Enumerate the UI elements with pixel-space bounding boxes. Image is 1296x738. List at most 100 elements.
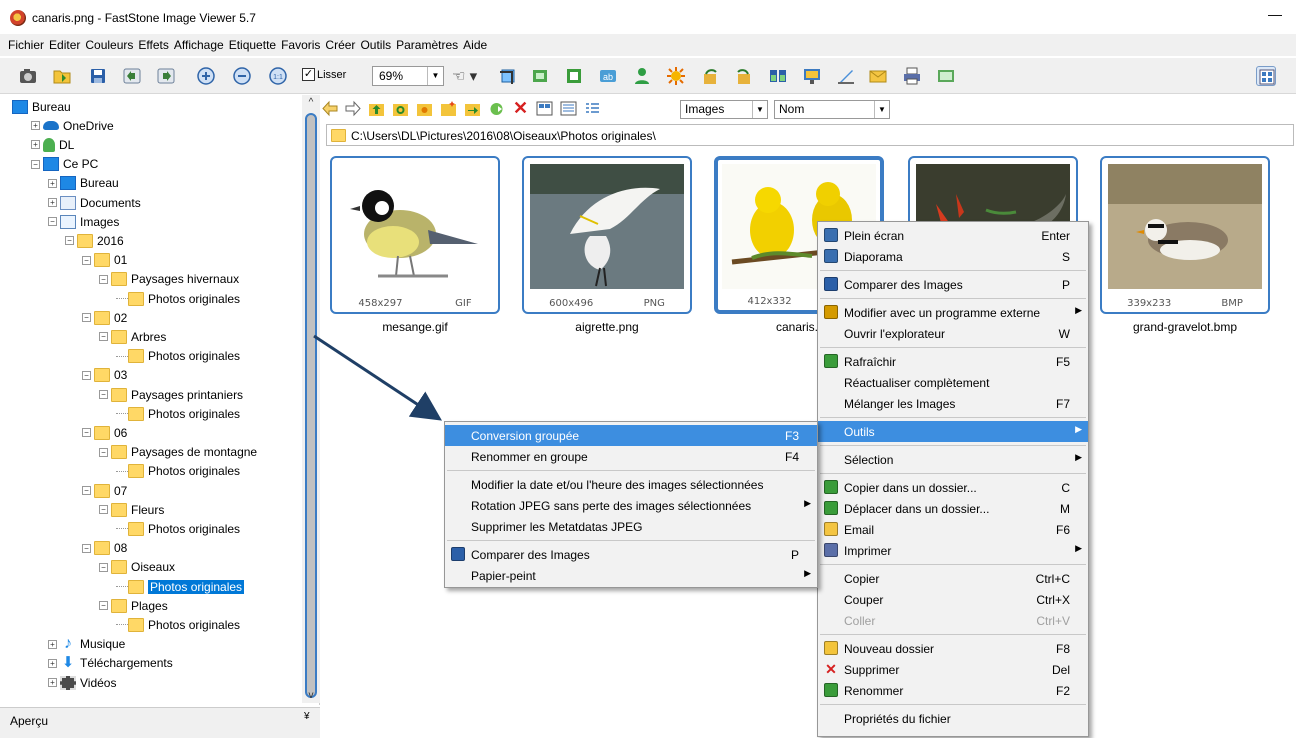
scanner-icon[interactable]: [936, 66, 956, 86]
menu-item-modifier-avec-un-programme-externe[interactable]: Modifier avec un programme externe ▶: [818, 302, 1088, 323]
menu-item-renommer-en-groupe[interactable]: Renommer en groupe F4: [445, 446, 817, 467]
menu-fichier[interactable]: Fichier: [8, 38, 44, 52]
tree-item-paysages-de-montagne[interactable]: − Paysages de montagne: [99, 443, 257, 462]
thumbnail-aigrette[interactable]: 600x496 PNG: [522, 156, 692, 314]
previous-icon[interactable]: [122, 66, 142, 86]
menu-item-proprietes-du-fichier[interactable]: Propriétés du fichier: [818, 708, 1088, 729]
collapse-icon[interactable]: −: [99, 505, 108, 515]
tree-item-photos-originales[interactable]: Photos originales: [116, 289, 240, 308]
menu-favoris[interactable]: Favoris: [281, 38, 320, 52]
menu-creer[interactable]: Créer: [325, 38, 355, 52]
expand-icon[interactable]: +: [48, 658, 57, 668]
menu-item-rotation-jpeg-sans-perte-des-images-selectionnees[interactable]: Rotation JPEG sans perte des images séle…: [445, 495, 817, 516]
compare-icon[interactable]: [768, 66, 788, 86]
menu-item-plein-ecran[interactable]: Plein écran Enter: [818, 225, 1088, 246]
menu-item-deplacer-dans-un-dossier[interactable]: Déplacer dans un dossier... M: [818, 498, 1088, 519]
camera-icon[interactable]: [18, 66, 38, 86]
menu-item-imprimer[interactable]: Imprimer ▶: [818, 540, 1088, 561]
collapse-icon[interactable]: −: [65, 236, 74, 246]
menu-item-papier-peint[interactable]: Papier-peint ▶: [445, 565, 817, 586]
tree-item-07[interactable]: − 07: [82, 481, 127, 500]
next-icon[interactable]: [156, 66, 176, 86]
collapse-icon[interactable]: −: [82, 486, 91, 495]
copy-to-folder-icon[interactable]: [464, 100, 481, 117]
menu-item-diaporama[interactable]: Diaporama S: [818, 246, 1088, 267]
list-view-icon[interactable]: [584, 100, 601, 117]
rotate-right-icon[interactable]: [734, 66, 754, 86]
thumbnail-mesange[interactable]: 458x297 GIF: [330, 156, 500, 314]
favorites-folder-icon[interactable]: [416, 100, 433, 117]
tree-item-arbres[interactable]: − Arbres: [99, 327, 166, 346]
rotate-left-icon[interactable]: [700, 66, 720, 86]
tree-item-01[interactable]: − 01: [82, 251, 127, 270]
zoom-out-icon[interactable]: [232, 66, 252, 86]
tree-item-bureau[interactable]: Bureau: [12, 97, 71, 116]
tree-item-photos-originales[interactable]: Photos originales: [116, 615, 240, 634]
expand-icon[interactable]: +: [48, 178, 57, 188]
tree-item-08[interactable]: − 08: [82, 539, 127, 558]
menu-item-selection[interactable]: Sélection ▶: [818, 449, 1088, 470]
draw-icon[interactable]: [836, 66, 856, 86]
menu-item-outils[interactable]: Outils ▶: [818, 421, 1088, 442]
details-view-icon[interactable]: [560, 100, 577, 117]
folder-up-icon[interactable]: [368, 100, 385, 117]
preview-panel-header[interactable]: Aperçu ¥: [0, 707, 320, 738]
back-arrow-icon[interactable]: [322, 100, 339, 117]
tree-item-photos-originales[interactable]: Photos originales: [116, 577, 245, 596]
tree-item-ce-pc[interactable]: − Ce PC: [31, 155, 98, 174]
menu-item-comparer-des-images[interactable]: Comparer des Images P: [818, 274, 1088, 295]
print-icon[interactable]: [902, 66, 922, 86]
expand-icon[interactable]: +: [31, 140, 40, 150]
crop-icon[interactable]: [498, 66, 518, 86]
thumbnail-grand-gravelot[interactable]: 339x233 BMP: [1100, 156, 1270, 314]
hand-tool-icon[interactable]: ☜ ▾: [452, 67, 477, 85]
tree-item-02[interactable]: − 02: [82, 308, 127, 327]
menu-item-ouvrir-l-explorateur[interactable]: Ouvrir l'explorateur W: [818, 323, 1088, 344]
expand-icon[interactable]: +: [48, 198, 57, 207]
menu-affichage[interactable]: Affichage: [174, 38, 224, 52]
menu-parametres[interactable]: Paramètres: [396, 38, 458, 52]
tree-item-images[interactable]: − Images: [48, 212, 119, 231]
tree-item-bureau[interactable]: + Bureau: [48, 174, 119, 193]
tree-item-onedrive[interactable]: + OneDrive: [31, 116, 114, 135]
menu-item-supprimer-les-metatdatas-jpeg[interactable]: Supprimer les Metatdatas JPEG: [445, 516, 817, 537]
sort-select[interactable]: Nom ▼: [774, 100, 890, 119]
save-icon[interactable]: [88, 66, 108, 86]
tree-item-fleurs[interactable]: − Fleurs: [99, 500, 164, 519]
actual-size-icon[interactable]: 1:1: [268, 66, 288, 86]
open-folder-icon[interactable]: [52, 66, 72, 86]
expand-icon[interactable]: +: [48, 639, 57, 649]
zoom-select[interactable]: 69% ▼: [372, 66, 444, 86]
collapse-icon[interactable]: −: [82, 370, 91, 380]
resize-icon[interactable]: [530, 66, 550, 86]
text-icon[interactable]: ab: [598, 66, 618, 86]
expand-icon[interactable]: +: [48, 678, 57, 687]
minimize-button[interactable]: —: [1268, 6, 1282, 22]
tree-item-oiseaux[interactable]: − Oiseaux: [99, 558, 175, 577]
collapse-icon[interactable]: −: [31, 159, 40, 169]
tree-item-06[interactable]: − 06: [82, 423, 127, 442]
menu-aide[interactable]: Aide: [463, 38, 487, 52]
effects-icon[interactable]: [666, 66, 686, 86]
user-icon[interactable]: [632, 66, 652, 86]
menu-item-copier[interactable]: Copier Ctrl+C: [818, 568, 1088, 589]
menu-item-renommer[interactable]: Renommer F2: [818, 680, 1088, 701]
menu-item-comparer-des-images[interactable]: Comparer des Images P: [445, 544, 817, 565]
collapse-icon[interactable]: −: [48, 217, 57, 227]
slideshow-icon[interactable]: [802, 66, 822, 86]
collapse-icon[interactable]: −: [82, 543, 91, 553]
menu-item-copier-dans-un-dossier[interactable]: Copier dans un dossier... C: [818, 477, 1088, 498]
menu-item-couper[interactable]: Couper Ctrl+X: [818, 589, 1088, 610]
scroll-up-icon[interactable]: ^: [302, 97, 320, 108]
lisser-checkbox[interactable]: ✓ Lisser: [302, 68, 346, 81]
menu-outils[interactable]: Outils: [360, 38, 391, 52]
collapse-icon[interactable]: −: [99, 447, 108, 457]
menu-item-melanger-les-images[interactable]: Mélanger les Images F7: [818, 393, 1088, 414]
tree-item-03[interactable]: − 03: [82, 366, 127, 385]
menu-item-modifier-la-date-et-ou-l-heure-des-images-selectionnees[interactable]: Modifier la date et/ou l'heure des image…: [445, 474, 817, 495]
tree-item-telechargements[interactable]: + ⬇ Téléchargements: [48, 654, 173, 673]
file-filter-select[interactable]: Images ▼: [680, 100, 768, 119]
menu-item-supprimer[interactable]: ✕ Supprimer Del: [818, 659, 1088, 680]
tree-item-plages[interactable]: − Plages: [99, 596, 168, 615]
tree-item-2016[interactable]: − 2016: [65, 231, 124, 250]
